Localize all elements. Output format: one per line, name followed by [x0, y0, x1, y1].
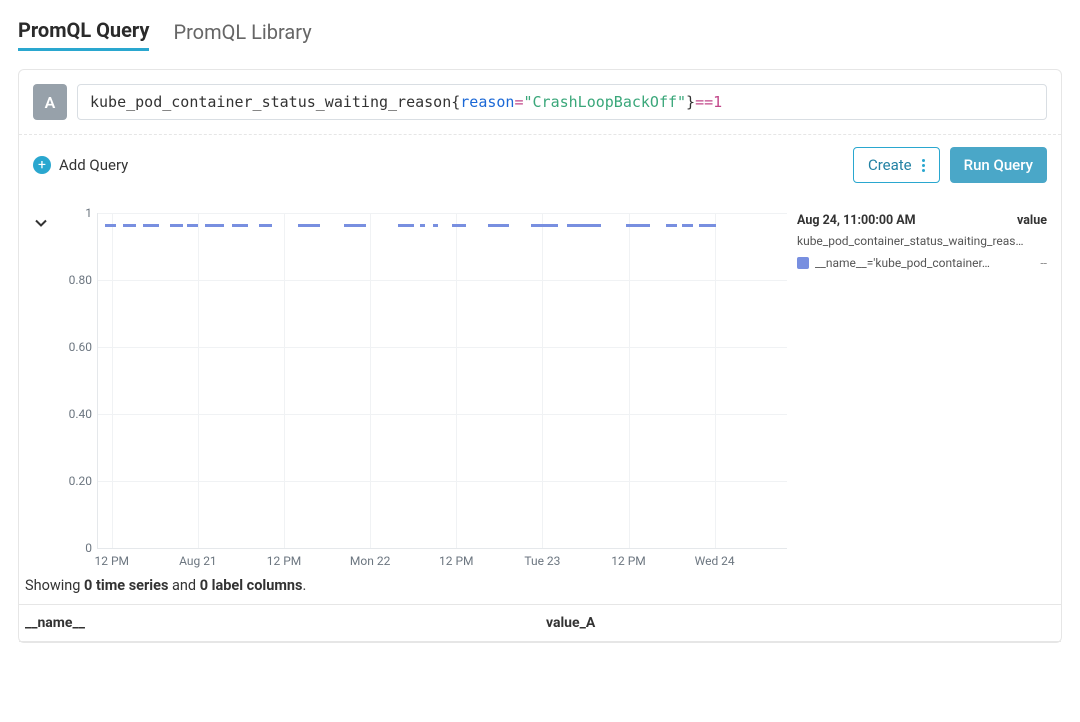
token-eq: =	[514, 93, 523, 111]
series-segment	[232, 224, 247, 227]
promql-input[interactable]: kube_pod_container_status_waiting_reason…	[77, 84, 1047, 120]
x-tick-label: Tue 23	[524, 548, 560, 568]
x-gridline	[715, 213, 716, 548]
token-rbrace: }	[686, 93, 695, 111]
run-query-button[interactable]: Run Query	[950, 147, 1047, 183]
legend-series-name: kube_pod_container_status_waiting_reas…	[797, 234, 1047, 248]
series-segment	[666, 224, 677, 227]
chart-area: 00.200.400.600.80112 PMAug 2112 PMMon 22…	[63, 213, 787, 549]
results-table: __name__ value_A	[19, 604, 1061, 642]
y-tick-label: 1	[85, 206, 98, 220]
col-value-a[interactable]: value_A	[540, 605, 1061, 642]
y-gridline	[98, 414, 787, 415]
x-tick-label: Wed 24	[695, 548, 735, 568]
x-tick-label: 12 PM	[611, 548, 646, 568]
token-lbrace: {	[451, 93, 460, 111]
x-gridline	[542, 213, 543, 548]
token-metric: kube_pod_container_status_waiting_reason	[90, 93, 451, 111]
x-tick-label: 12 PM	[439, 548, 474, 568]
series-segment	[187, 224, 198, 227]
legend-timestamp: Aug 24, 11:00:00 AM	[797, 213, 916, 228]
legend-swatch	[797, 257, 809, 269]
x-gridline	[198, 213, 199, 548]
query-badge-a[interactable]: A	[33, 84, 67, 120]
tab-promql-query[interactable]: PromQL Query	[18, 18, 149, 51]
series-segment	[488, 224, 509, 227]
series-segment	[259, 224, 272, 227]
legend-item-value: --	[1040, 256, 1047, 270]
series-segment	[398, 224, 413, 227]
col-name[interactable]: __name__	[19, 605, 540, 642]
x-tick-label: 12 PM	[95, 548, 130, 568]
series-segment	[170, 224, 183, 227]
query-panel: A kube_pod_container_status_waiting_reas…	[18, 69, 1062, 643]
summary-mid: and	[168, 577, 199, 594]
x-gridline	[284, 213, 285, 548]
collapse-toggle[interactable]	[33, 213, 53, 549]
x-tick-label: Aug 21	[179, 548, 217, 568]
chart-legend: Aug 24, 11:00:00 AM value kube_pod_conta…	[797, 213, 1047, 549]
y-tick-label: 0.20	[69, 474, 98, 488]
token-num: 1	[713, 93, 722, 111]
x-gridline	[370, 213, 371, 548]
chart-plot[interactable]: 00.200.400.600.80112 PMAug 2112 PMMon 22…	[97, 213, 787, 549]
create-label: Create	[868, 156, 912, 174]
chart-section: 00.200.400.600.80112 PMAug 2112 PMMon 22…	[19, 195, 1061, 549]
add-query-label: Add Query	[59, 156, 128, 174]
tab-bar: PromQL Query PromQL Library	[18, 18, 1062, 51]
kebab-icon	[922, 159, 925, 172]
series-segment	[567, 224, 601, 227]
series-segment	[531, 224, 557, 227]
series-segment	[452, 224, 466, 227]
summary-lc: 0 label columns	[200, 577, 303, 594]
series-segment	[626, 224, 650, 227]
chevron-down-icon	[33, 215, 49, 231]
token-value: "CrashLoopBackOff"	[523, 93, 686, 111]
y-gridline	[98, 481, 787, 482]
series-segment	[682, 224, 693, 227]
tab-promql-library[interactable]: PromQL Library	[173, 20, 311, 50]
series-segment	[105, 224, 116, 227]
y-tick-label: 0.60	[69, 340, 98, 354]
y-gridline	[98, 280, 787, 281]
series-segment	[298, 224, 320, 227]
summary-prefix: Showing	[25, 577, 84, 594]
add-query-button[interactable]: + Add Query	[33, 156, 128, 174]
x-tick-label: 12 PM	[267, 548, 302, 568]
series-segment	[205, 224, 224, 227]
series-segment	[344, 224, 366, 227]
legend-item[interactable]: __name__='kube_pod_container… --	[797, 256, 1047, 270]
series-segment	[420, 224, 425, 227]
legend-item-label: __name__='kube_pod_container…	[815, 256, 1034, 270]
token-op: ==	[695, 93, 713, 111]
legend-value-header: value	[1017, 213, 1047, 228]
summary-ts: 0 time series	[84, 577, 168, 594]
plus-circle-icon: +	[33, 156, 51, 174]
x-tick-label: Mon 22	[350, 548, 390, 568]
series-segment	[123, 224, 136, 227]
x-gridline	[629, 213, 630, 548]
y-tick-label: 0.80	[69, 273, 98, 287]
y-gridline	[98, 213, 787, 214]
create-button[interactable]: Create	[853, 147, 940, 183]
x-gridline	[112, 213, 113, 548]
y-gridline	[98, 347, 787, 348]
token-label: reason	[460, 93, 514, 111]
query-row: A kube_pod_container_status_waiting_reas…	[19, 70, 1061, 135]
table-header-row: __name__ value_A	[19, 605, 1061, 642]
series-segment	[699, 224, 716, 227]
y-tick-label: 0.40	[69, 407, 98, 421]
series-segment	[433, 224, 438, 227]
summary-suffix: .	[302, 577, 306, 594]
series-segment	[143, 224, 158, 227]
actions-row: + Add Query Create Run Query	[19, 135, 1061, 195]
x-gridline	[456, 213, 457, 548]
